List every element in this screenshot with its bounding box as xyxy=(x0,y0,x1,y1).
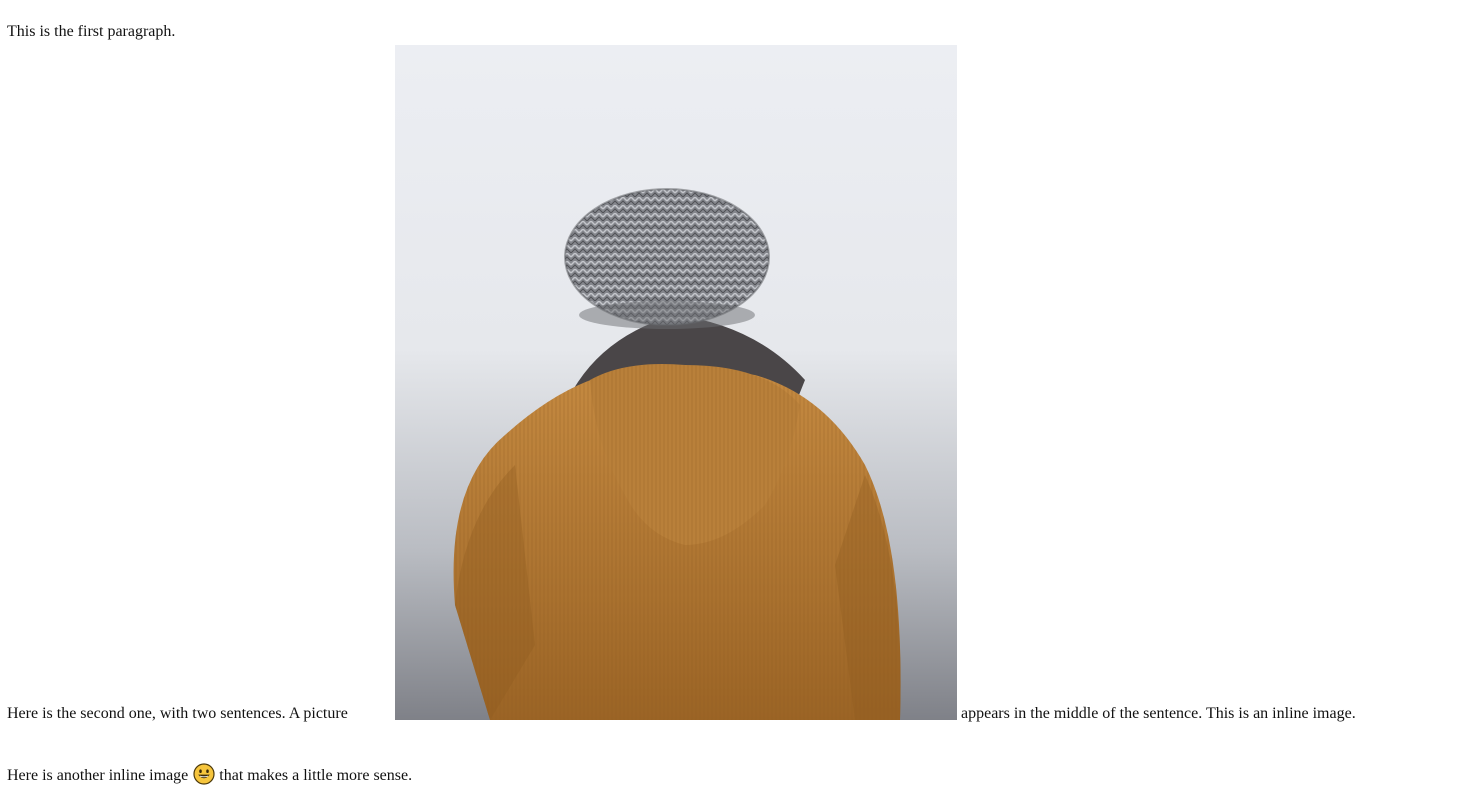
third-paragraph: Here is another inline image that makes … xyxy=(7,763,412,785)
second-paragraph-text-after: appears in the middle of the sentence. T… xyxy=(961,705,1356,722)
second-paragraph-end: appears in the middle of the sentence. T… xyxy=(961,705,1356,723)
photo-illustration xyxy=(395,45,957,720)
first-paragraph-text: This is the first paragraph. xyxy=(7,23,176,40)
second-paragraph-text-before: Here is the second one, with two sentenc… xyxy=(7,705,348,722)
first-paragraph: This is the first paragraph. xyxy=(7,23,175,41)
second-paragraph-start: Here is the second one, with two sentenc… xyxy=(7,705,348,723)
grinning-face-emoji-icon xyxy=(193,763,215,785)
inline-photo-person-beanie xyxy=(395,45,957,720)
third-paragraph-text-after: that makes a little more sense. xyxy=(219,767,413,784)
third-paragraph-text-before: Here is another inline image xyxy=(7,767,189,784)
